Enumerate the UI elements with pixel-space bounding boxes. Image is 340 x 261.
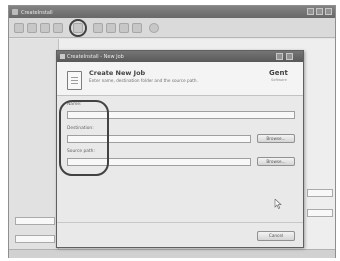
background-field: [307, 209, 333, 217]
cancel-button[interactable]: Cancel: [257, 231, 295, 241]
brand-logo-sub: Software: [271, 78, 287, 82]
background-titlebar: CreateInstall: [9, 6, 335, 18]
toolbar-button-copy[interactable]: [106, 23, 116, 33]
toolbar-button-open[interactable]: [40, 23, 50, 33]
background-title: CreateInstall: [21, 10, 53, 16]
toolbar-button-edit[interactable]: [93, 23, 103, 33]
document-icon: [67, 71, 82, 90]
app-icon: [12, 9, 18, 15]
dialog-app-icon: [60, 54, 65, 59]
toolbar-button-forward[interactable]: [27, 23, 37, 33]
background-sidebar: [9, 39, 59, 258]
toolbar-button-build[interactable]: [132, 23, 142, 33]
brand-logo: Gent: [269, 69, 288, 77]
browse-destination-button[interactable]: Browse...: [257, 134, 295, 143]
dialog-titlebar: CreateInstall - New Job: [57, 51, 303, 62]
mouse-cursor-icon: [274, 199, 282, 209]
new-job-dialog: CreateInstall - New Job Create New Job E…: [56, 50, 304, 248]
help-icon[interactable]: [149, 23, 159, 33]
dialog-close-icon[interactable]: [286, 53, 293, 60]
status-bar: [9, 249, 335, 258]
toolbar-button-save[interactable]: [53, 23, 63, 33]
toolbar: [9, 18, 335, 38]
maximize-icon[interactable]: [316, 8, 323, 15]
background-field: [15, 235, 55, 243]
background-field: [307, 189, 333, 197]
minimize-icon[interactable]: [307, 8, 314, 15]
dialog-help-icon[interactable]: [276, 53, 283, 60]
dialog-separator: [57, 222, 303, 223]
background-field: [15, 217, 55, 225]
dialog-header-title: Create New Job: [89, 69, 146, 77]
browse-source-button[interactable]: Browse...: [257, 157, 295, 166]
toolbar-button-delete[interactable]: [119, 23, 129, 33]
highlight-circle: [69, 19, 87, 37]
dialog-header-subtitle: Enter name, destination folder and the s…: [89, 78, 198, 83]
close-icon[interactable]: [325, 8, 332, 15]
toolbar-button-back[interactable]: [14, 23, 24, 33]
highlight-ellipse: [59, 100, 109, 176]
dialog-header: Create New Job Enter name, destination f…: [57, 62, 303, 96]
dialog-title: CreateInstall - New Job: [67, 54, 124, 60]
